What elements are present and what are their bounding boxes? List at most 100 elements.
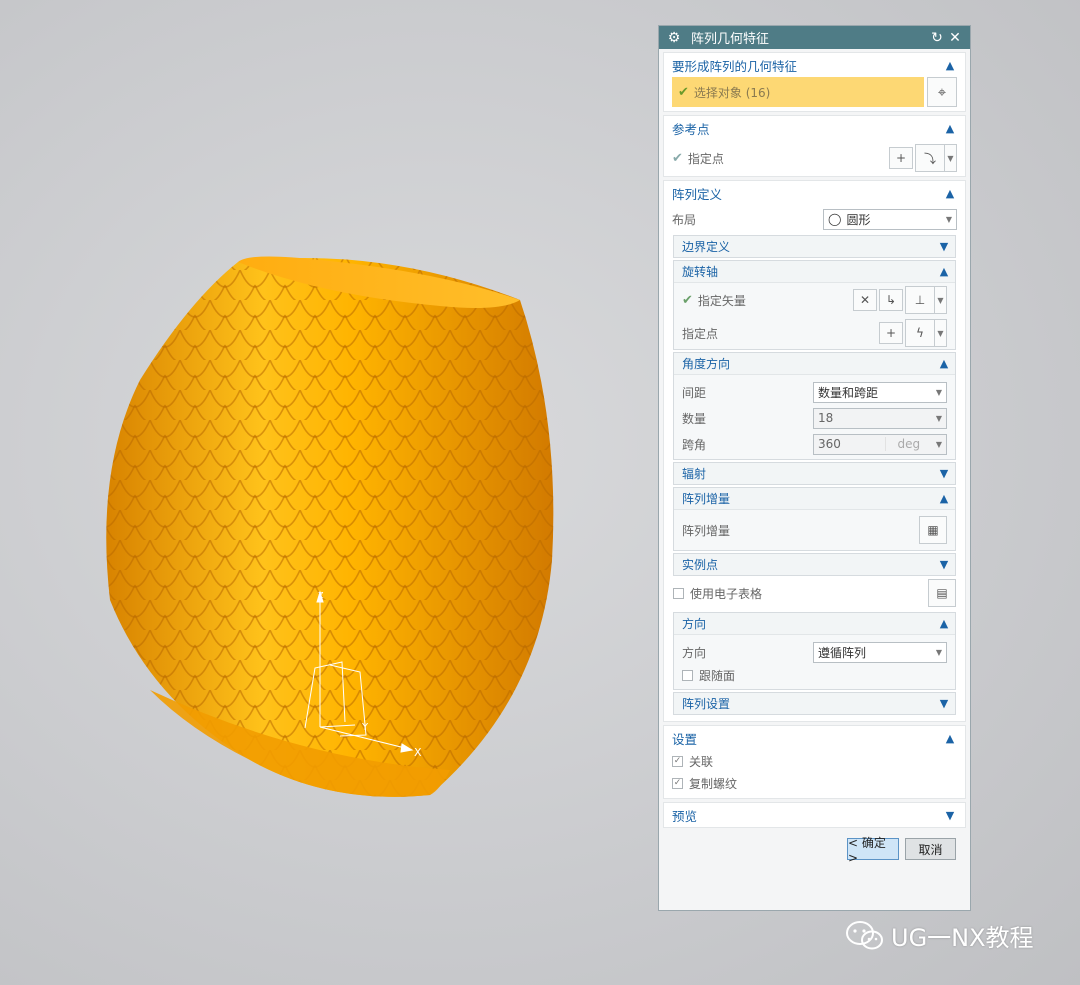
section-definition-title: 阵列定义 [672, 186, 723, 202]
count-label: 数量 [682, 411, 707, 426]
section-settings-header[interactable]: 设置 ▲ [664, 726, 965, 750]
chevron-up-icon[interactable]: ▲ [943, 187, 957, 200]
copy-threads-checkbox[interactable]: ✓ [672, 777, 683, 789]
count-input[interactable]: 18 ▼ [813, 407, 947, 429]
point-icon: + [885, 326, 897, 340]
span-angle-input[interactable]: 360 deg ▼ [813, 433, 947, 455]
dialog-titlebar[interactable]: ⚙ 阵列几何特征 ↻ ✕ [659, 26, 970, 49]
vector-icon: ↳ [885, 293, 897, 307]
check-icon: ✔ [678, 84, 689, 100]
select-object-field[interactable]: ✔ 选择对象 (16) [672, 77, 924, 107]
reference-point-label: 指定点 [687, 151, 724, 166]
spreadsheet-button[interactable]: ▤ [928, 579, 956, 607]
follow-face-checkbox[interactable] [682, 669, 693, 681]
snap-point-icon: ⤵ [923, 151, 936, 166]
chevron-down-icon[interactable]: ▼ [937, 467, 951, 480]
chevron-down-icon: ▼ [935, 413, 942, 423]
subsection-boundary-header[interactable]: 边界定义 ▼ [674, 236, 955, 257]
inferred-point-button[interactable]: ⤵ [915, 144, 945, 172]
check-icon: ✔ [672, 150, 683, 166]
axis-inferred-point-button[interactable]: ϟ [905, 319, 935, 347]
section-preview-header[interactable]: 预览 ▼ [664, 803, 965, 827]
use-spreadsheet-checkbox[interactable] [673, 587, 684, 599]
associative-checkbox[interactable]: ✓ [672, 755, 683, 767]
section-preview-title: 预览 [672, 808, 698, 824]
wechat-icon [846, 920, 883, 949]
chevron-up-icon[interactable]: ▲ [937, 492, 951, 505]
span-angle-unit: deg [884, 437, 932, 451]
crosshair-select-button[interactable]: ⌖ [927, 77, 957, 107]
chevron-up-icon[interactable]: ▲ [937, 265, 951, 278]
axis-point-dialog-button[interactable]: + [879, 322, 903, 344]
spacing-label: 间距 [682, 385, 707, 400]
increment-title: 阵列增量 [682, 492, 731, 506]
chevron-up-icon[interactable]: ▲ [943, 732, 957, 745]
span-angle-value: 360 [818, 437, 841, 451]
layout-label: 布局 [672, 212, 697, 227]
section-reference-header[interactable]: 参考点 ▲ [664, 116, 965, 140]
subsection-instance-header[interactable]: 实例点 ▼ [674, 554, 955, 575]
vector-dialog-button[interactable]: ↳ [879, 289, 903, 311]
subsection-radiate: 辐射 ▼ [673, 462, 956, 485]
ok-button[interactable]: < 确定 > [847, 836, 899, 865]
subsection-orientation: 方向 ▲ 方向 遵循阵列 ▼ 跟随面 [673, 612, 956, 690]
copy-threads-label: 复制螺纹 [689, 776, 738, 791]
orientation-select[interactable]: 遵循阵列 ▼ [813, 641, 947, 663]
section-geometry-header[interactable]: 要形成阵列的几何特征 ▲ [664, 53, 965, 77]
spreadsheet-icon: ▤ [936, 586, 948, 600]
subsection-axis-header[interactable]: 旋转轴 ▲ [674, 261, 955, 282]
spacing-select[interactable]: 数量和跨距 ▼ [813, 381, 947, 403]
associative-label: 关联 [689, 754, 714, 769]
chevron-up-icon[interactable]: ▲ [943, 59, 957, 72]
subsection-pattern-settings-header[interactable]: 阵列设置 ▼ [674, 693, 955, 714]
chevron-up-icon[interactable]: ▲ [943, 122, 957, 135]
span-angle-label: 跨角 [682, 437, 707, 452]
point-type-dropdown[interactable]: ▼ [945, 144, 957, 172]
axis-title: 旋转轴 [682, 265, 719, 279]
orientation-title: 方向 [682, 617, 707, 631]
chevron-up-icon[interactable]: ▲ [937, 357, 951, 370]
chevron-down-icon[interactable]: ▼ [937, 697, 951, 710]
subsection-radiate-header[interactable]: 辐射 ▼ [674, 463, 955, 484]
subsection-orientation-header[interactable]: 方向 ▲ [674, 613, 955, 634]
vector-type-dropdown[interactable]: ▼ [935, 286, 947, 314]
section-preview: 预览 ▼ [663, 802, 966, 828]
graphics-viewport[interactable]: X Y Z [0, 0, 650, 985]
inferred-vector-button[interactable]: ⊥ [905, 286, 935, 314]
increment-button[interactable]: ▦ [919, 516, 947, 544]
orientation-label: 方向 [682, 645, 707, 660]
subsection-angle-header[interactable]: 角度方向 ▲ [674, 353, 955, 374]
gear-icon[interactable]: ⚙ [665, 30, 683, 46]
subsection-increment-header[interactable]: 阵列增量 ▲ [674, 488, 955, 509]
angle-title: 角度方向 [682, 357, 731, 371]
chevron-down-icon: ▼ [945, 214, 952, 224]
section-settings-title: 设置 [672, 731, 698, 747]
dialog-button-bar: < 确定 > 取消 [659, 828, 970, 865]
chevron-up-icon[interactable]: ▲ [937, 617, 951, 630]
axis-point-type-dropdown[interactable]: ▼ [935, 319, 947, 347]
section-definition-header[interactable]: 阵列定义 ▲ [664, 181, 965, 205]
point-icon: + [895, 151, 907, 165]
chevron-down-icon[interactable]: ▼ [937, 240, 951, 253]
layout-select[interactable]: ◯ 圆形 ▼ [823, 208, 957, 230]
crosshair-icon: ⌖ [937, 83, 947, 101]
specify-vector-label: 指定矢量 [697, 293, 746, 308]
increment-label: 阵列增量 [682, 523, 731, 538]
axis-x-label: X [414, 746, 422, 759]
lightning-point-icon: ϟ [916, 326, 924, 340]
axis-point-label: 指定点 [682, 326, 719, 341]
section-geometry: 要形成阵列的几何特征 ▲ ✔ 选择对象 (16) ⌖ [663, 52, 966, 112]
chevron-down-icon[interactable]: ▼ [943, 809, 957, 822]
reverse-direction-button[interactable]: ✕ [853, 289, 877, 311]
close-icon[interactable]: ✕ [946, 30, 964, 46]
circle-layout-icon: ◯ [828, 212, 842, 226]
instance-title: 实例点 [682, 558, 719, 572]
cancel-button[interactable]: 取消 [905, 838, 956, 860]
point-dialog-button[interactable]: + [889, 147, 913, 169]
dialog-title: 阵列几何特征 [691, 32, 770, 47]
reset-icon[interactable]: ↻ [928, 30, 946, 46]
subsection-angular-direction: 角度方向 ▲ 间距 数量和跨距 ▼ 数量 18 ▼ 跨角 360 deg ▼ [673, 352, 956, 460]
count-value: 18 [818, 411, 834, 425]
chevron-down-icon[interactable]: ▼ [937, 558, 951, 571]
section-geometry-title: 要形成阵列的几何特征 [672, 58, 798, 74]
